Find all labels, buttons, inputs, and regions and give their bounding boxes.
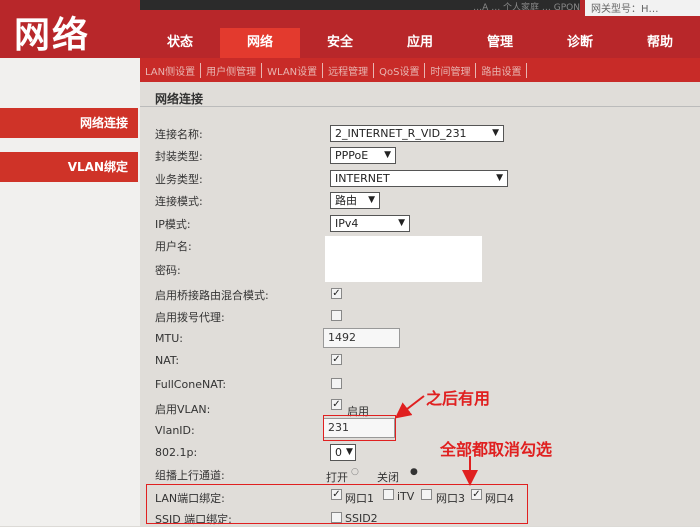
annotation-arrows [394,395,478,486]
arrow-to-vlan-id [394,395,425,419]
